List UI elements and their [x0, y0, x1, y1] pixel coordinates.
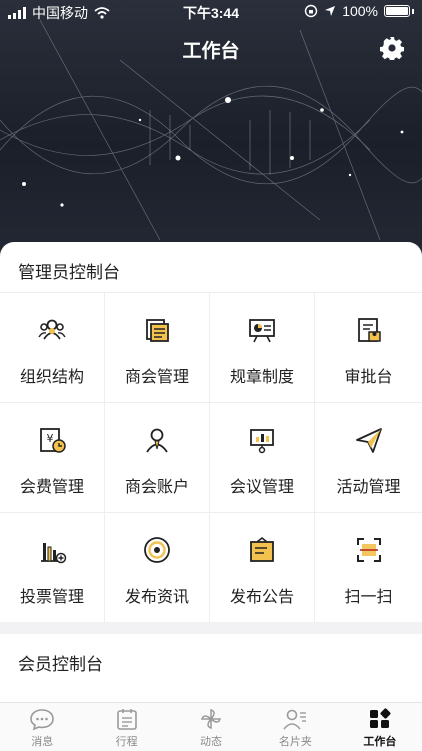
- bar-chart-plus-icon: [41, 543, 67, 564]
- meeting-icon: [250, 429, 274, 454]
- tab-label: 动态: [200, 736, 223, 748]
- member-section-title: 会员控制台: [18, 655, 103, 674]
- gear-icon[interactable]: [380, 36, 404, 60]
- fee-icon: ¥: [40, 428, 66, 453]
- grid-item-org-structure[interactable]: 组织结构: [0, 293, 105, 403]
- grid-item-label: 商会账户: [124, 479, 189, 496]
- grid-item-voting[interactable]: 投票管理: [0, 513, 105, 623]
- grid-item-label: 规章制度: [229, 369, 294, 386]
- tab-label: 消息: [31, 736, 54, 748]
- grid-item-label: 商会管理: [124, 369, 189, 386]
- target-icon: [144, 537, 170, 563]
- grid-item-scan[interactable]: 扫一扫: [315, 513, 422, 623]
- grid-item-label: 组织结构: [19, 369, 84, 386]
- grid-item-label: 投票管理: [19, 589, 84, 606]
- contact-card-icon: [283, 709, 307, 730]
- admin-section-title: 管理员控制台: [18, 263, 120, 282]
- tab-label: 行程: [115, 736, 138, 748]
- tab-bar: 消息 行程 动态 名片夹 工作台: [0, 702, 422, 751]
- status-bar: 中国移动 下午3:44 100%: [0, 0, 422, 24]
- scan-icon: [356, 538, 381, 562]
- grid-item-activities[interactable]: 活动管理: [315, 403, 422, 513]
- svg-text:¥: ¥: [47, 432, 54, 445]
- people-icon: [38, 319, 66, 340]
- tab-schedule[interactable]: 行程: [84, 703, 168, 751]
- grid-item-chamber-management[interactable]: 商会管理: [105, 293, 210, 403]
- tab-messages[interactable]: 消息: [0, 703, 84, 751]
- account-icon: [146, 428, 168, 453]
- tab-label: 工作台: [363, 736, 397, 748]
- pinwheel-icon: [200, 708, 222, 730]
- admin-grid: 组织结构 商会管理 规章制度 审批台 ¥ 会费管理 商会账户 会议管理 活动管理…: [0, 292, 422, 623]
- notice-board-icon: [250, 536, 274, 562]
- tab-feed[interactable]: 动态: [169, 703, 253, 751]
- tab-cards[interactable]: 名片夹: [253, 703, 337, 751]
- rotation-lock-icon: [304, 4, 318, 18]
- section-divider: [0, 622, 422, 634]
- calendar-icon: [116, 709, 137, 730]
- grid-item-label: 发布资讯: [124, 589, 189, 606]
- grid-item-label: 会议管理: [229, 479, 294, 496]
- member-section: 会员控制台: [0, 634, 422, 702]
- chat-bubble-icon: [30, 709, 55, 731]
- document-stack-icon: [146, 319, 169, 342]
- battery-percent: 100%: [342, 3, 378, 19]
- location-icon: [325, 6, 336, 16]
- page-title: 工作台: [182, 41, 240, 62]
- tab-label: 名片夹: [278, 736, 312, 748]
- grid-item-label: 会费管理: [19, 479, 84, 496]
- workbench-icon: [369, 708, 391, 728]
- nav-bar: 工作台: [0, 24, 422, 70]
- grid-item-label: 扫一扫: [344, 589, 393, 606]
- grid-item-approval[interactable]: 审批台: [315, 293, 422, 403]
- grid-item-label: 发布公告: [229, 589, 294, 606]
- grid-item-publish-notice[interactable]: 发布公告: [210, 513, 315, 623]
- paper-plane-icon: [355, 428, 382, 453]
- grid-item-chamber-account[interactable]: 商会账户: [105, 403, 210, 513]
- grid-item-label: 活动管理: [336, 479, 401, 496]
- grid-item-fees[interactable]: ¥ 会费管理: [0, 403, 105, 513]
- grid-item-label: 审批台: [344, 369, 393, 386]
- grid-item-publish-news[interactable]: 发布资讯: [105, 513, 210, 623]
- presentation-board-icon: [249, 319, 275, 343]
- battery-icon: [384, 5, 410, 17]
- grid-item-meetings[interactable]: 会议管理: [210, 403, 315, 513]
- grid-item-regulations[interactable]: 规章制度: [210, 293, 315, 403]
- tab-workbench[interactable]: 工作台: [338, 703, 422, 751]
- approval-icon: [357, 318, 381, 342]
